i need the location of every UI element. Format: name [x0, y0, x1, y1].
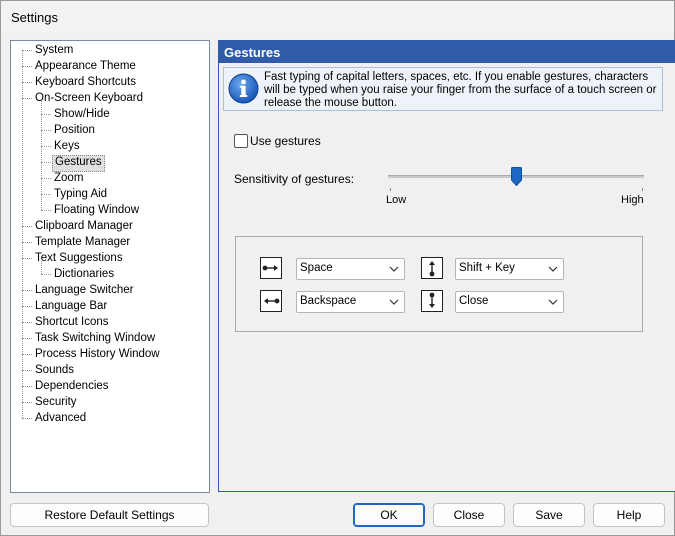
- tree-item-position[interactable]: Position: [52, 123, 97, 138]
- tree-guide-line: [22, 50, 23, 418]
- tree-item-task-switching-window[interactable]: Task Switching Window: [33, 331, 157, 346]
- tree-guide-line: [22, 386, 32, 387]
- tree-guide-line: [22, 242, 32, 243]
- swipe-right-select[interactable]: Space: [296, 258, 405, 280]
- tree-item-language-switcher[interactable]: Language Switcher: [33, 283, 135, 298]
- tree-item-typing-aid[interactable]: Typing Aid: [52, 187, 109, 202]
- chevron-down-icon: [548, 299, 558, 305]
- settings-tree[interactable]: System Appearance Theme Keyboard Shortcuts…: [10, 40, 210, 493]
- info-box: Fast typing of capital letters, spaces, …: [223, 67, 663, 111]
- save-button[interactable]: Save: [513, 503, 585, 527]
- tree-item-zoom[interactable]: Zoom: [52, 171, 85, 186]
- ok-button[interactable]: OK: [353, 503, 425, 527]
- swipe-right-value: Space: [300, 262, 333, 274]
- tree-item-advanced[interactable]: Advanced: [33, 411, 88, 426]
- close-button[interactable]: Close: [433, 503, 505, 527]
- tree-item-keys[interactable]: Keys: [52, 139, 82, 154]
- slider-tick-high: [642, 188, 643, 191]
- tree-item-shortcut-icons[interactable]: Shortcut Icons: [33, 315, 111, 330]
- tree-guide-line: [41, 162, 51, 163]
- tree-item-sounds[interactable]: Sounds: [33, 363, 76, 378]
- swipe-left-value: Backspace: [300, 295, 357, 307]
- tree-item-dependencies[interactable]: Dependencies: [33, 379, 111, 394]
- sensitivity-label: Sensitivity of gestures:: [234, 172, 355, 186]
- tree-item-gestures[interactable]: Gestures: [52, 155, 105, 172]
- tree-item-appearance-theme[interactable]: Appearance Theme: [33, 59, 138, 74]
- swipe-right-icon: [260, 257, 282, 279]
- tree-guide-line: [22, 82, 32, 83]
- tree-guide-line: [41, 146, 51, 147]
- tree-item-text-suggestions[interactable]: Text Suggestions: [33, 251, 125, 266]
- sensitivity-slider-thumb[interactable]: [511, 167, 522, 186]
- title-bar: Settings: [1, 1, 674, 33]
- tree-guide-line: [22, 322, 32, 323]
- tree-guide-line: [22, 370, 32, 371]
- tree-guide-line: [22, 50, 32, 51]
- use-gestures-checkbox[interactable]: [234, 134, 248, 148]
- swipe-up-icon: [421, 257, 443, 279]
- tree-guide-line: [22, 290, 32, 291]
- help-button[interactable]: Help: [593, 503, 665, 527]
- sensitivity-low-label: Low: [386, 194, 407, 206]
- use-gestures-label[interactable]: Use gestures: [250, 134, 321, 148]
- tree-item-show-hide[interactable]: Show/Hide: [52, 107, 112, 122]
- tree-guide-line: [41, 274, 51, 275]
- window-title: Settings: [11, 10, 58, 25]
- chevron-down-icon: [389, 266, 399, 272]
- tree-item-template-manager[interactable]: Template Manager: [33, 235, 132, 250]
- swipe-up-value: Shift + Key: [459, 262, 515, 274]
- tree-guide-line: [41, 210, 51, 211]
- chevron-down-icon: [548, 266, 558, 272]
- tree-item-process-history-window[interactable]: Process History Window: [33, 347, 162, 362]
- swipe-down-icon: [421, 290, 443, 312]
- tree-item-clipboard-manager[interactable]: Clipboard Manager: [33, 219, 135, 234]
- swipe-down-select[interactable]: Close: [455, 291, 564, 313]
- tree-item-security[interactable]: Security: [33, 395, 79, 410]
- info-text: Fast typing of capital letters, spaces, …: [264, 71, 657, 109]
- swipe-left-select[interactable]: Backspace: [296, 291, 405, 313]
- swipe-up-select[interactable]: Shift + Key: [455, 258, 564, 280]
- tree-guide-line: [22, 226, 32, 227]
- tree-guide-line: [22, 306, 32, 307]
- info-icon: [228, 73, 259, 104]
- tree-guide-line: [22, 338, 32, 339]
- tree-guide-line: [22, 98, 32, 99]
- gestures-panel: Gestures Fast typing of capital letters,…: [218, 40, 675, 492]
- gesture-mapping-box: Space Backspace Shift + Key Close: [235, 236, 643, 332]
- tree-guide-line: [22, 258, 32, 259]
- tree-guide-line: [22, 402, 32, 403]
- swipe-down-value: Close: [459, 295, 489, 307]
- tree-item-on-screen-keyboard[interactable]: On-Screen Keyboard: [33, 91, 145, 106]
- tree-item-language-bar[interactable]: Language Bar: [33, 299, 109, 314]
- tree-item-dictionaries[interactable]: Dictionaries: [52, 267, 116, 282]
- restore-defaults-button[interactable]: Restore Default Settings: [10, 503, 209, 527]
- sensitivity-high-label: High: [621, 194, 644, 206]
- tree-item-floating-window[interactable]: Floating Window: [52, 203, 141, 218]
- tree-item-system[interactable]: System: [33, 43, 75, 58]
- swipe-left-icon: [260, 290, 282, 312]
- tree-guide-line: [22, 354, 32, 355]
- tree-guide-line: [41, 130, 51, 131]
- tree-guide-line: [41, 261, 42, 274]
- tree-guide-line: [22, 66, 32, 67]
- slider-tick-low: [390, 188, 391, 191]
- tree-guide-line: [41, 114, 51, 115]
- settings-window: Settings System Appearance Theme Keyboard …: [0, 0, 675, 536]
- tree-guide-line: [41, 178, 51, 179]
- tree-guide-line: [41, 101, 42, 210]
- panel-header: Gestures: [219, 41, 675, 63]
- tree-guide-line: [41, 194, 51, 195]
- tree-guide-line: [22, 418, 32, 419]
- tree-item-keyboard-shortcuts[interactable]: Keyboard Shortcuts: [33, 75, 138, 90]
- chevron-down-icon: [389, 299, 399, 305]
- panel-title: Gestures: [224, 45, 281, 60]
